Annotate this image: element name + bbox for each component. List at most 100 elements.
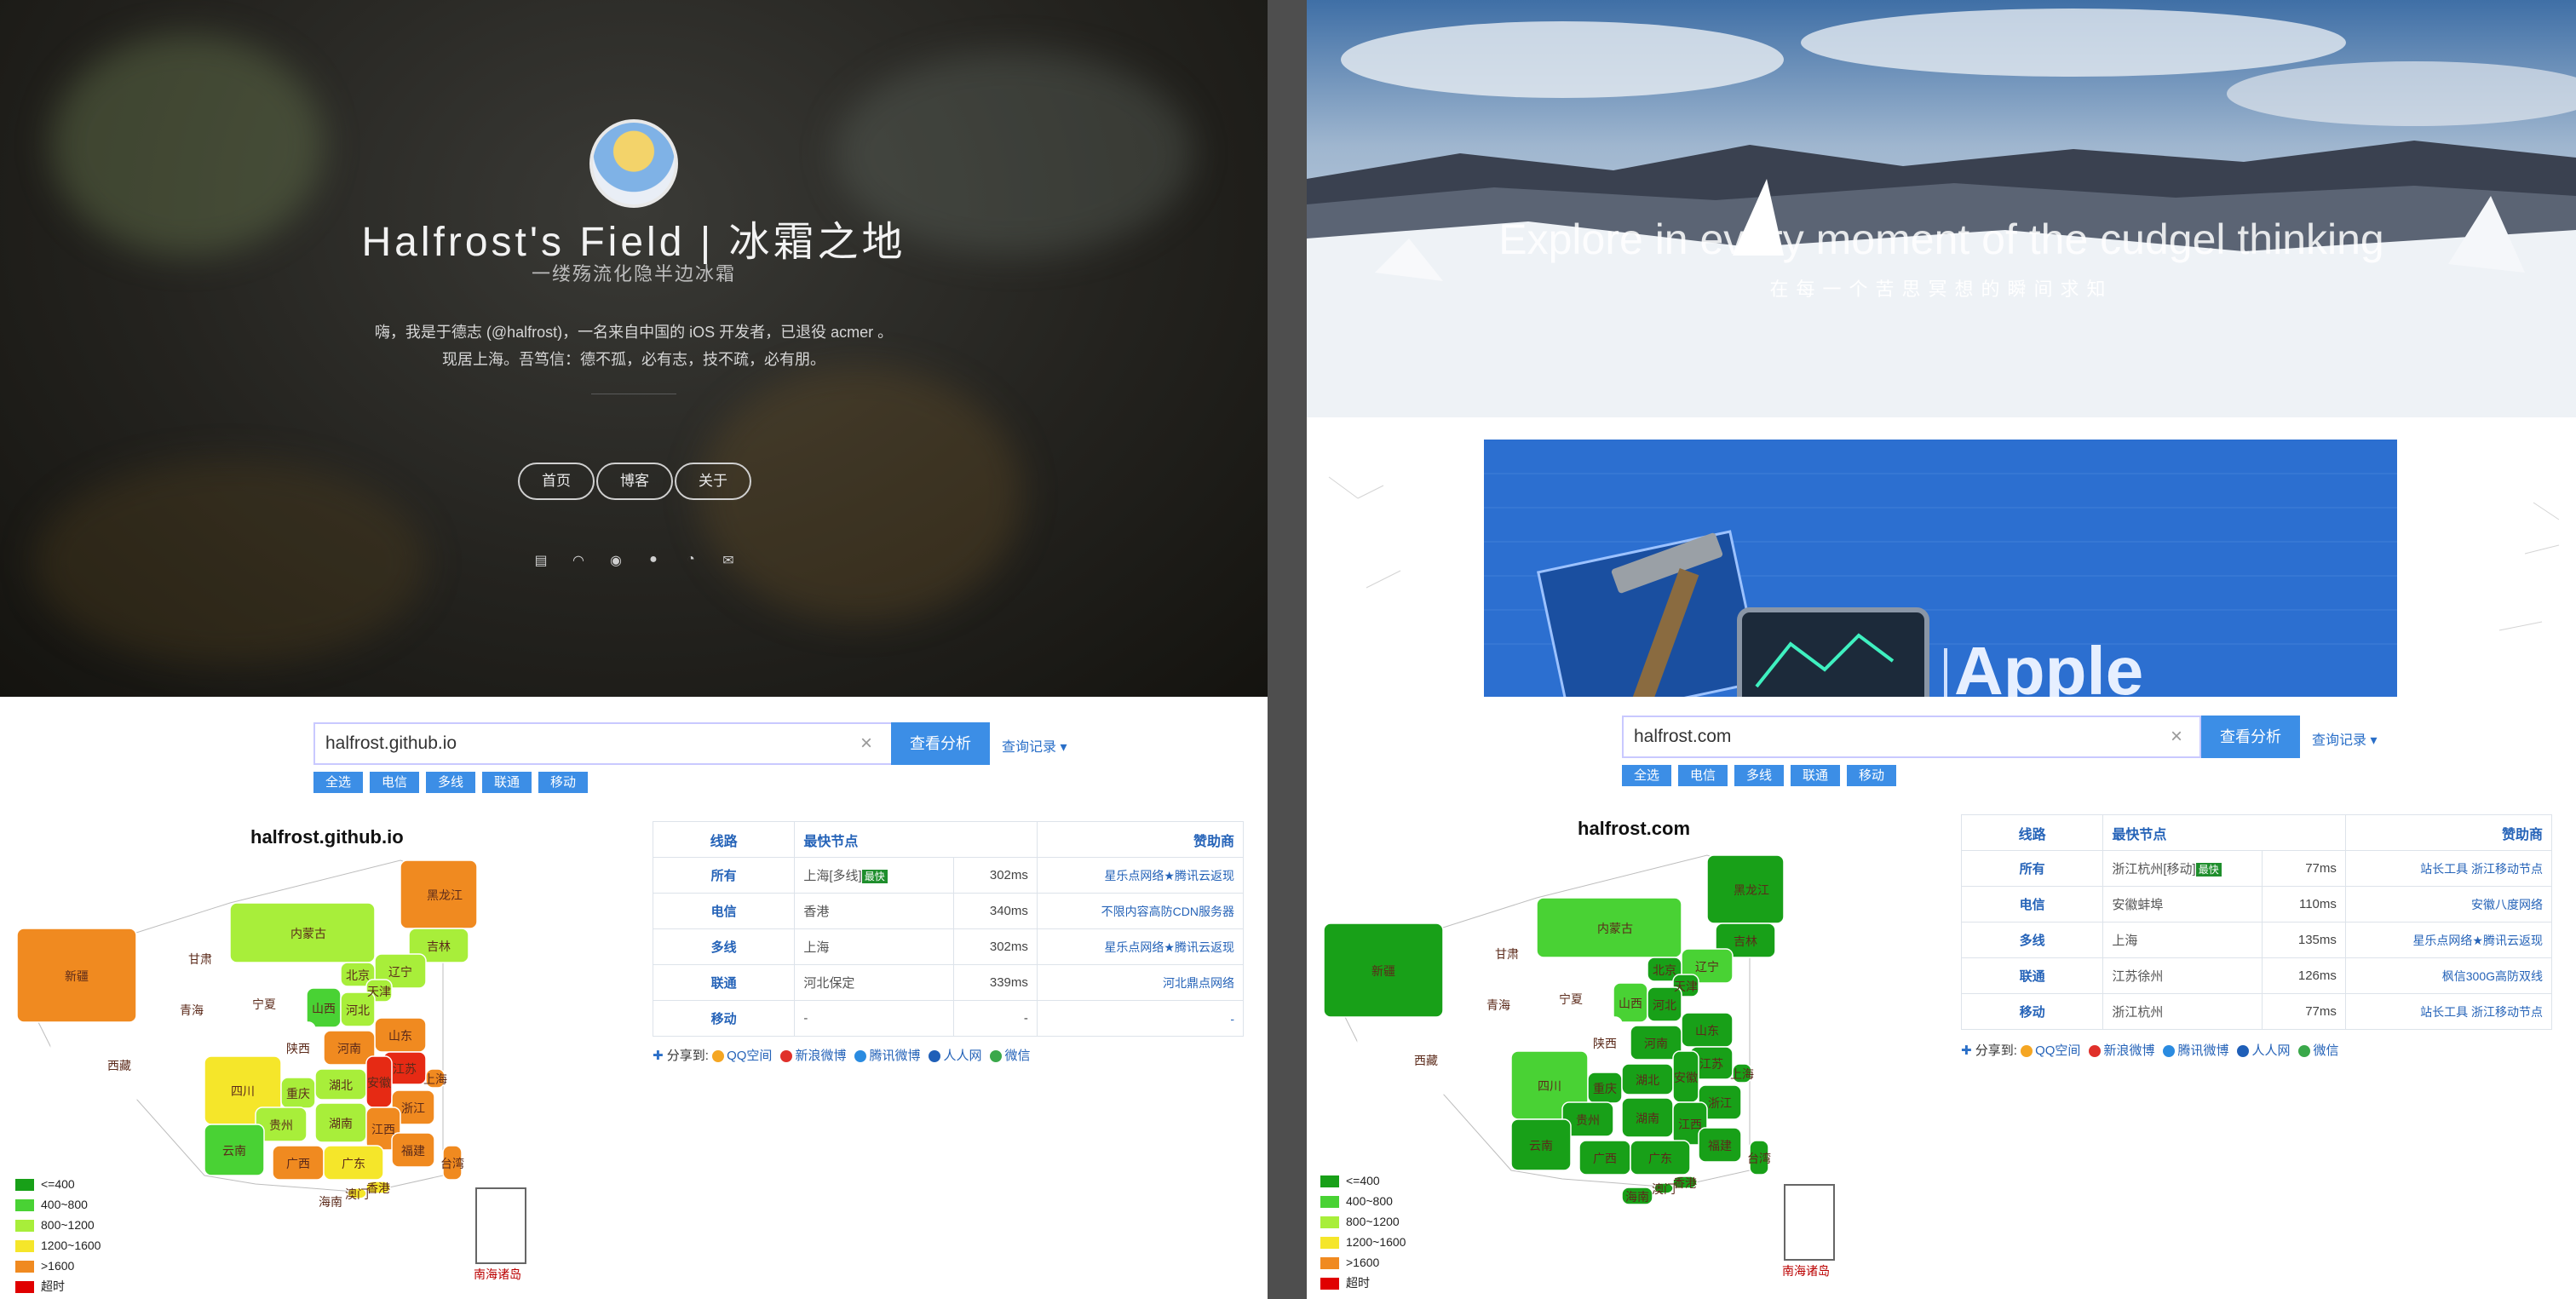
table-row: 联通 河北保定 339ms 河北鼎点网络 bbox=[652, 964, 1245, 1001]
chip-telecom[interactable]: 电信 bbox=[370, 772, 419, 793]
province-label: 江西 bbox=[1678, 1118, 1702, 1131]
chip-telecom[interactable]: 电信 bbox=[1678, 765, 1728, 786]
book-icon[interactable]: ▤ bbox=[532, 552, 550, 569]
chip-unicom[interactable]: 联通 bbox=[1791, 765, 1840, 786]
legend-item: 超时 bbox=[1320, 1273, 1406, 1293]
province-label: 北京 bbox=[1653, 963, 1676, 977]
nav-home-button[interactable]: 首页 bbox=[518, 463, 595, 500]
share-item[interactable]: 微信 bbox=[2298, 1043, 2339, 1058]
share-plus-icon[interactable]: ✚ bbox=[653, 1049, 667, 1063]
nav-blog-button[interactable]: 博客 bbox=[596, 463, 673, 500]
province-label: 浙江 bbox=[1708, 1096, 1732, 1110]
sponsor-link[interactable]: 枫信300G高防双线 bbox=[2344, 957, 2553, 994]
share-bar: ✚ 分享到: QQ空间 新浪微博 腾讯微博 人人网 微信 bbox=[653, 1046, 1039, 1064]
sponsor-link[interactable]: 星乐点网络★腾讯云返现 bbox=[1036, 857, 1245, 894]
share-bar: ✚ 分享到: QQ空间 新浪微博 腾讯微博 人人网 微信 bbox=[1961, 1041, 2348, 1059]
query-input[interactable]: halfrost.com bbox=[1622, 716, 2201, 758]
province-label: 吉林 bbox=[1734, 934, 1757, 948]
province-label: 辽宁 bbox=[1695, 960, 1719, 974]
legend-label: 1200~1600 bbox=[1346, 1235, 1406, 1249]
share-item[interactable]: 人人网 bbox=[929, 1049, 981, 1063]
line-cell[interactable]: 多线 bbox=[1960, 922, 2104, 958]
province-label: 新疆 bbox=[1371, 964, 1395, 978]
south-sea-inset: 南海诸岛 bbox=[1782, 1184, 1835, 1278]
avatar[interactable] bbox=[589, 119, 678, 208]
node-cell: 上海 bbox=[2102, 922, 2263, 958]
feed-icon[interactable]: ◠ bbox=[569, 552, 588, 569]
share-item[interactable]: 新浪微博 bbox=[780, 1049, 846, 1063]
share-item[interactable]: 微信 bbox=[990, 1049, 1031, 1063]
share-item[interactable]: QQ空间 bbox=[712, 1049, 772, 1063]
province-label: 海南 bbox=[319, 1195, 342, 1209]
chip-all[interactable]: 全选 bbox=[1622, 765, 1671, 786]
south-sea-label: 南海诸岛 bbox=[474, 1267, 521, 1281]
line-cell[interactable]: 移动 bbox=[1960, 993, 2104, 1030]
province-label: 内蒙古 bbox=[1597, 922, 1633, 935]
clear-icon[interactable]: × bbox=[2171, 717, 2182, 756]
line-cell[interactable]: 联通 bbox=[652, 964, 796, 1001]
legend-label: >1600 bbox=[41, 1259, 75, 1273]
sponsor-link[interactable]: 站长工具 浙江移动节点 bbox=[2344, 993, 2553, 1030]
table-header-row: 线路 最快节点 赞助商 bbox=[652, 821, 1245, 858]
share-item[interactable]: 腾讯微博 bbox=[2163, 1043, 2228, 1058]
share-item[interactable]: 人人网 bbox=[2237, 1043, 2290, 1058]
rss-icon[interactable]: ◔ bbox=[681, 552, 700, 567]
analyze-button[interactable]: 查看分析 bbox=[2201, 716, 2300, 758]
line-cell[interactable]: 电信 bbox=[1960, 886, 2104, 923]
qzone-icon bbox=[712, 1050, 725, 1063]
legend-swatch bbox=[1320, 1257, 1339, 1270]
line-cell[interactable]: 电信 bbox=[652, 893, 796, 929]
line-cell[interactable]: 所有 bbox=[652, 857, 796, 894]
legend-item: 400~800 bbox=[1320, 1191, 1406, 1211]
table-row: 联通 江苏徐州 126ms 枫信300G高防双线 bbox=[1960, 957, 2553, 994]
sponsor-link[interactable]: 星乐点网络★腾讯云返现 bbox=[2344, 922, 2553, 958]
weibo-icon[interactable]: ◉ bbox=[607, 552, 625, 569]
renren-icon bbox=[2237, 1045, 2250, 1058]
sponsor-link[interactable]: 星乐点网络★腾讯云返现 bbox=[1036, 928, 1245, 965]
province-label: 广西 bbox=[286, 1157, 310, 1170]
chip-mobile[interactable]: 移动 bbox=[1847, 765, 1896, 786]
chip-unicom[interactable]: 联通 bbox=[482, 772, 532, 793]
share-item[interactable]: 腾讯微博 bbox=[854, 1049, 920, 1063]
province-label: 甘肃 bbox=[188, 952, 212, 966]
sponsor-link[interactable]: 站长工具 浙江移动节点 bbox=[2344, 850, 2553, 887]
chip-all[interactable]: 全选 bbox=[313, 772, 363, 793]
chip-mobile[interactable]: 移动 bbox=[538, 772, 588, 793]
article-banner[interactable] bbox=[1484, 440, 2397, 697]
province-label: 澳门 bbox=[345, 1187, 369, 1201]
share-item[interactable]: QQ空间 bbox=[2021, 1043, 2080, 1058]
province-label: 江西 bbox=[371, 1123, 395, 1136]
site-home-panel: Explore in every moment of the cudgel th… bbox=[1307, 0, 2576, 697]
legend-swatch bbox=[15, 1240, 34, 1253]
province-label: 广西 bbox=[1593, 1152, 1617, 1165]
query-input[interactable]: halfrost.github.io bbox=[313, 722, 893, 765]
sponsor-link[interactable]: - bbox=[1036, 1000, 1245, 1037]
table-row: 多线 上海 302ms 星乐点网络★腾讯云返现 bbox=[652, 928, 1245, 965]
history-link[interactable]: 查询记录 ▾ bbox=[1002, 735, 1067, 756]
share-plus-icon[interactable]: ✚ bbox=[1961, 1043, 1975, 1058]
sponsor-link[interactable]: 安徽八度网络 bbox=[2344, 886, 2553, 923]
legend-label: 400~800 bbox=[41, 1198, 88, 1211]
sponsor-link[interactable]: 河北鼎点网络 bbox=[1036, 964, 1245, 1001]
share-item[interactable]: 新浪微博 bbox=[2089, 1043, 2154, 1058]
mail-icon[interactable]: ✉ bbox=[719, 552, 738, 569]
map-labels: 新疆 西藏 青海 甘肃 内蒙古 黑龙江 吉林 辽宁 北京 天津 宁夏 山西 河北 山东 陕西 河南 江苏 上海 四川… bbox=[0, 852, 596, 1210]
line-cell[interactable]: 所有 bbox=[1960, 850, 2104, 887]
analyze-button[interactable]: 查看分析 bbox=[891, 722, 990, 765]
history-link[interactable]: 查询记录 ▾ bbox=[2312, 728, 2378, 749]
line-cell[interactable]: 多线 bbox=[652, 928, 796, 965]
hero-title: Explore in every moment of the cudgel th… bbox=[1498, 216, 2384, 263]
chip-multiline[interactable]: 多线 bbox=[426, 772, 475, 793]
fastest-badge: 最快 bbox=[861, 870, 888, 883]
line-cell[interactable]: 联通 bbox=[1960, 957, 2104, 994]
share-item-label: 微信 bbox=[2313, 1043, 2339, 1058]
chip-multiline[interactable]: 多线 bbox=[1734, 765, 1784, 786]
sponsor-link[interactable]: 不限内容高防CDN服务器 bbox=[1036, 893, 1245, 929]
nav-about-button[interactable]: 关于 bbox=[675, 463, 751, 500]
node-cell: 上海[多线] 最快 bbox=[794, 857, 955, 894]
github-icon[interactable]: ● bbox=[644, 552, 663, 567]
line-cell[interactable]: 移动 bbox=[652, 1000, 796, 1037]
clear-icon[interactable]: × bbox=[860, 724, 872, 763]
node-cell: 上海 bbox=[794, 928, 955, 965]
province-label: 江苏 bbox=[1699, 1057, 1723, 1071]
